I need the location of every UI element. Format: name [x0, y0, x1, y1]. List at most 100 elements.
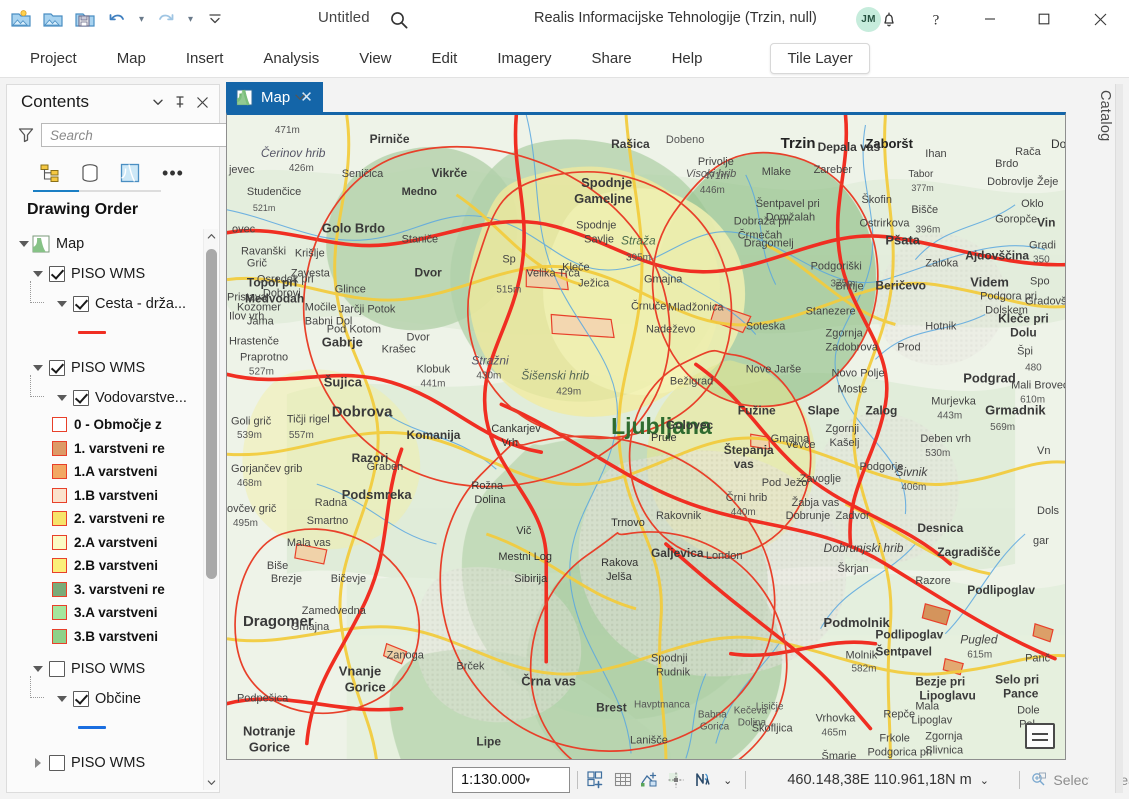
svg-text:441m: 441m	[421, 378, 446, 389]
tree-layer-2[interactable]: Občine	[16, 684, 218, 714]
contents-menu-chevron-icon[interactable]	[147, 91, 169, 113]
expand-collapse-arrow-icon[interactable]	[54, 301, 70, 307]
contents-close-icon[interactable]	[191, 91, 213, 113]
svg-text:Deben vrh: Deben vrh	[920, 433, 971, 445]
legend-item[interactable]: 3.A varstveni	[16, 601, 218, 625]
contents-more-options[interactable]: •••	[159, 159, 187, 187]
catalog-tab-label[interactable]: Catalog	[1097, 90, 1113, 141]
ribbon-tab-insert[interactable]: Insert	[170, 43, 240, 74]
tree-group-piso-wms-2[interactable]: PISO WMS	[16, 654, 218, 684]
selection-icon[interactable]	[1027, 768, 1050, 792]
legend-item[interactable]: 1. varstveni re	[16, 437, 218, 461]
tree-group-piso-wms-1[interactable]: PISO WMS	[16, 353, 218, 383]
map-notes-button[interactable]	[1025, 723, 1055, 749]
redo-icon[interactable]	[151, 4, 181, 34]
expand-collapse-arrow-icon[interactable]	[30, 758, 46, 768]
tree-group-piso-wms-0[interactable]: PISO WMS	[16, 259, 218, 289]
map-tabbar-chevron-icon[interactable]	[293, 90, 307, 107]
map-canvas-frame[interactable]: Ljubljana Trzin Zaboršt Domžalah Pirniče…	[226, 112, 1066, 760]
layer-checkbox-group-1[interactable]	[49, 360, 65, 376]
map-scale-combo[interactable]: 1:130.000 ▾	[452, 767, 570, 793]
xy-events-button[interactable]	[638, 768, 661, 792]
legend-item[interactable]: 3.B varstveni	[16, 625, 218, 649]
layer-checkbox-2[interactable]	[73, 691, 89, 707]
coordinates-caret-icon[interactable]: ⌄	[980, 774, 989, 787]
legend-item[interactable]: 1.A varstveni	[16, 460, 218, 484]
tree-layer-1[interactable]: Vodovarstve...	[16, 383, 218, 413]
svg-text:Dols: Dols	[1037, 505, 1059, 517]
customize-quick-access-icon[interactable]	[200, 4, 230, 34]
expand-collapse-arrow-icon[interactable]	[54, 696, 70, 702]
tree-node-map[interactable]: Map	[16, 229, 218, 259]
expand-collapse-arrow-icon[interactable]	[30, 365, 46, 371]
filter-funnel-icon[interactable]	[17, 126, 35, 144]
layer-checkbox-group-3[interactable]	[49, 755, 65, 771]
legend-item[interactable]: 2.A varstveni	[16, 531, 218, 555]
legend-item[interactable]: 2. varstveni re	[16, 507, 218, 531]
question-mark-icon[interactable]: ?	[922, 6, 950, 32]
undo-dropdown-icon[interactable]: ▾	[134, 4, 149, 34]
list-by-selection-icon[interactable]	[115, 158, 145, 188]
layer-checkbox-group-0[interactable]	[49, 266, 65, 282]
svg-text:Seničica: Seničica	[342, 168, 384, 180]
svg-text:Dole: Dole	[1017, 705, 1040, 717]
grid-button[interactable]	[611, 768, 634, 792]
legend-item[interactable]: 2.B varstveni	[16, 554, 218, 578]
north-arrow-button[interactable]	[691, 768, 714, 792]
layer-symbol-line-2[interactable]	[16, 714, 218, 740]
scroll-up-icon[interactable]	[204, 229, 218, 244]
legend-item[interactable]: 1.B varstveni	[16, 484, 218, 508]
redo-dropdown-icon[interactable]: ▾	[183, 4, 198, 34]
map-scale-caret-icon[interactable]: ▾	[526, 775, 565, 786]
layer-symbol-line-0[interactable]	[16, 319, 218, 345]
expand-collapse-arrow-icon[interactable]	[30, 271, 46, 277]
open-project-icon[interactable]	[38, 4, 68, 34]
expand-collapse-arrow-icon[interactable]	[30, 666, 46, 672]
undo-icon[interactable]	[102, 4, 132, 34]
statusbar-tools-caret-icon[interactable]: ⌄	[717, 774, 738, 787]
ribbon-tab-share[interactable]: Share	[576, 43, 648, 74]
scroll-down-icon[interactable]	[204, 775, 218, 790]
scrollbar-thumb[interactable]	[206, 249, 217, 579]
search-input[interactable]	[50, 128, 229, 143]
snapping-button[interactable]	[664, 768, 687, 792]
legend-item[interactable]: 0 - Območje z	[16, 413, 218, 437]
expand-collapse-arrow-icon[interactable]	[16, 241, 32, 247]
list-by-data-source-icon[interactable]	[75, 158, 105, 188]
tab-map[interactable]: Map ✕	[226, 82, 323, 112]
ribbon-tab-analysis[interactable]: Analysis	[247, 43, 335, 74]
svg-text:Graben: Graben	[367, 461, 404, 473]
catalog-rail[interactable]: Catalog	[1089, 84, 1123, 793]
bell-icon[interactable]	[875, 6, 903, 32]
save-project-icon[interactable]	[70, 4, 100, 34]
tree-layer-0[interactable]: Cesta - drža...	[16, 289, 218, 319]
legend-swatch	[52, 488, 67, 503]
layer-checkbox-1[interactable]	[73, 390, 89, 406]
svg-text:Rača: Rača	[1015, 146, 1042, 158]
svg-text:Depala vas: Depala vas	[818, 140, 881, 154]
new-project-icon[interactable]	[6, 4, 36, 34]
ribbon-tab-map[interactable]: Map	[101, 43, 162, 74]
add-grid-button[interactable]	[585, 768, 608, 792]
tree-group-piso-wms-3[interactable]: PISO WMS	[16, 748, 218, 778]
ribbon-tab-help[interactable]: Help	[656, 43, 719, 74]
map-canvas[interactable]: Ljubljana Trzin Zaboršt Domžalah Pirniče…	[227, 115, 1065, 760]
svg-text:Studenčice: Studenčice	[247, 186, 301, 198]
ribbon-tab-edit[interactable]: Edit	[416, 43, 474, 74]
ribbon-tab-imagery[interactable]: Imagery	[481, 43, 567, 74]
close-button[interactable]	[1077, 0, 1123, 38]
expand-collapse-arrow-icon[interactable]	[54, 395, 70, 401]
minimize-button[interactable]	[967, 0, 1013, 38]
contents-pin-icon[interactable]	[169, 91, 191, 113]
ribbon-tab-view[interactable]: View	[343, 43, 407, 74]
contents-scrollbar[interactable]	[203, 229, 218, 790]
ribbon-tab-project[interactable]: Project	[14, 43, 93, 74]
legend-item[interactable]: 3. varstveni re	[16, 578, 218, 602]
maximize-button[interactable]	[1021, 0, 1067, 38]
svg-text:Straža: Straža	[621, 234, 656, 248]
layer-checkbox-group-2[interactable]	[49, 661, 65, 677]
search-icon[interactable]	[388, 9, 410, 31]
layer-checkbox-0[interactable]	[73, 296, 89, 312]
ribbon-tab-tile-layer[interactable]: Tile Layer	[770, 43, 869, 74]
list-by-drawing-order-icon[interactable]	[35, 158, 65, 188]
